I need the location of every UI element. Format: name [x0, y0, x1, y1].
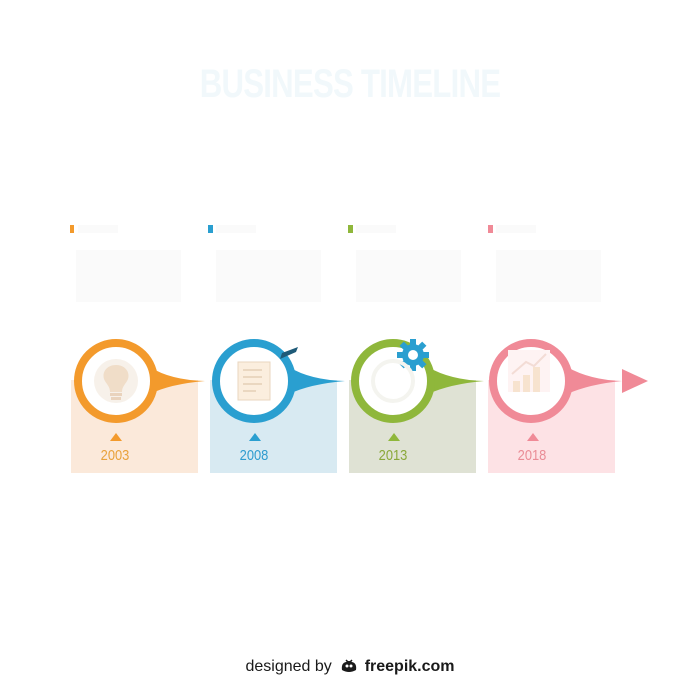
timeline-arrow-head — [622, 369, 648, 393]
placeholder-block-1 — [70, 225, 181, 302]
timeline-diagram — [70, 225, 648, 473]
credit-prefix: designed by — [245, 658, 332, 675]
placeholder-block-2 — [208, 225, 321, 302]
placeholder-block-4 — [488, 225, 601, 302]
year-label-2003: 2003 — [100, 447, 130, 464]
freepik-logo-icon — [342, 659, 357, 672]
placeholder-block-3 — [348, 225, 461, 302]
year-label-2008: 2008 — [239, 447, 269, 464]
year-label-2018: 2018 — [517, 447, 547, 464]
placeholder-text-blocks — [70, 225, 601, 302]
lightbulb-icon — [94, 359, 138, 403]
growth-chart-icon — [508, 350, 550, 392]
freepik-credit: designed by freepik.com — [0, 658, 700, 676]
credit-brand: freepik.com — [364, 658, 455, 675]
year-label-2013: 2013 — [378, 447, 408, 464]
